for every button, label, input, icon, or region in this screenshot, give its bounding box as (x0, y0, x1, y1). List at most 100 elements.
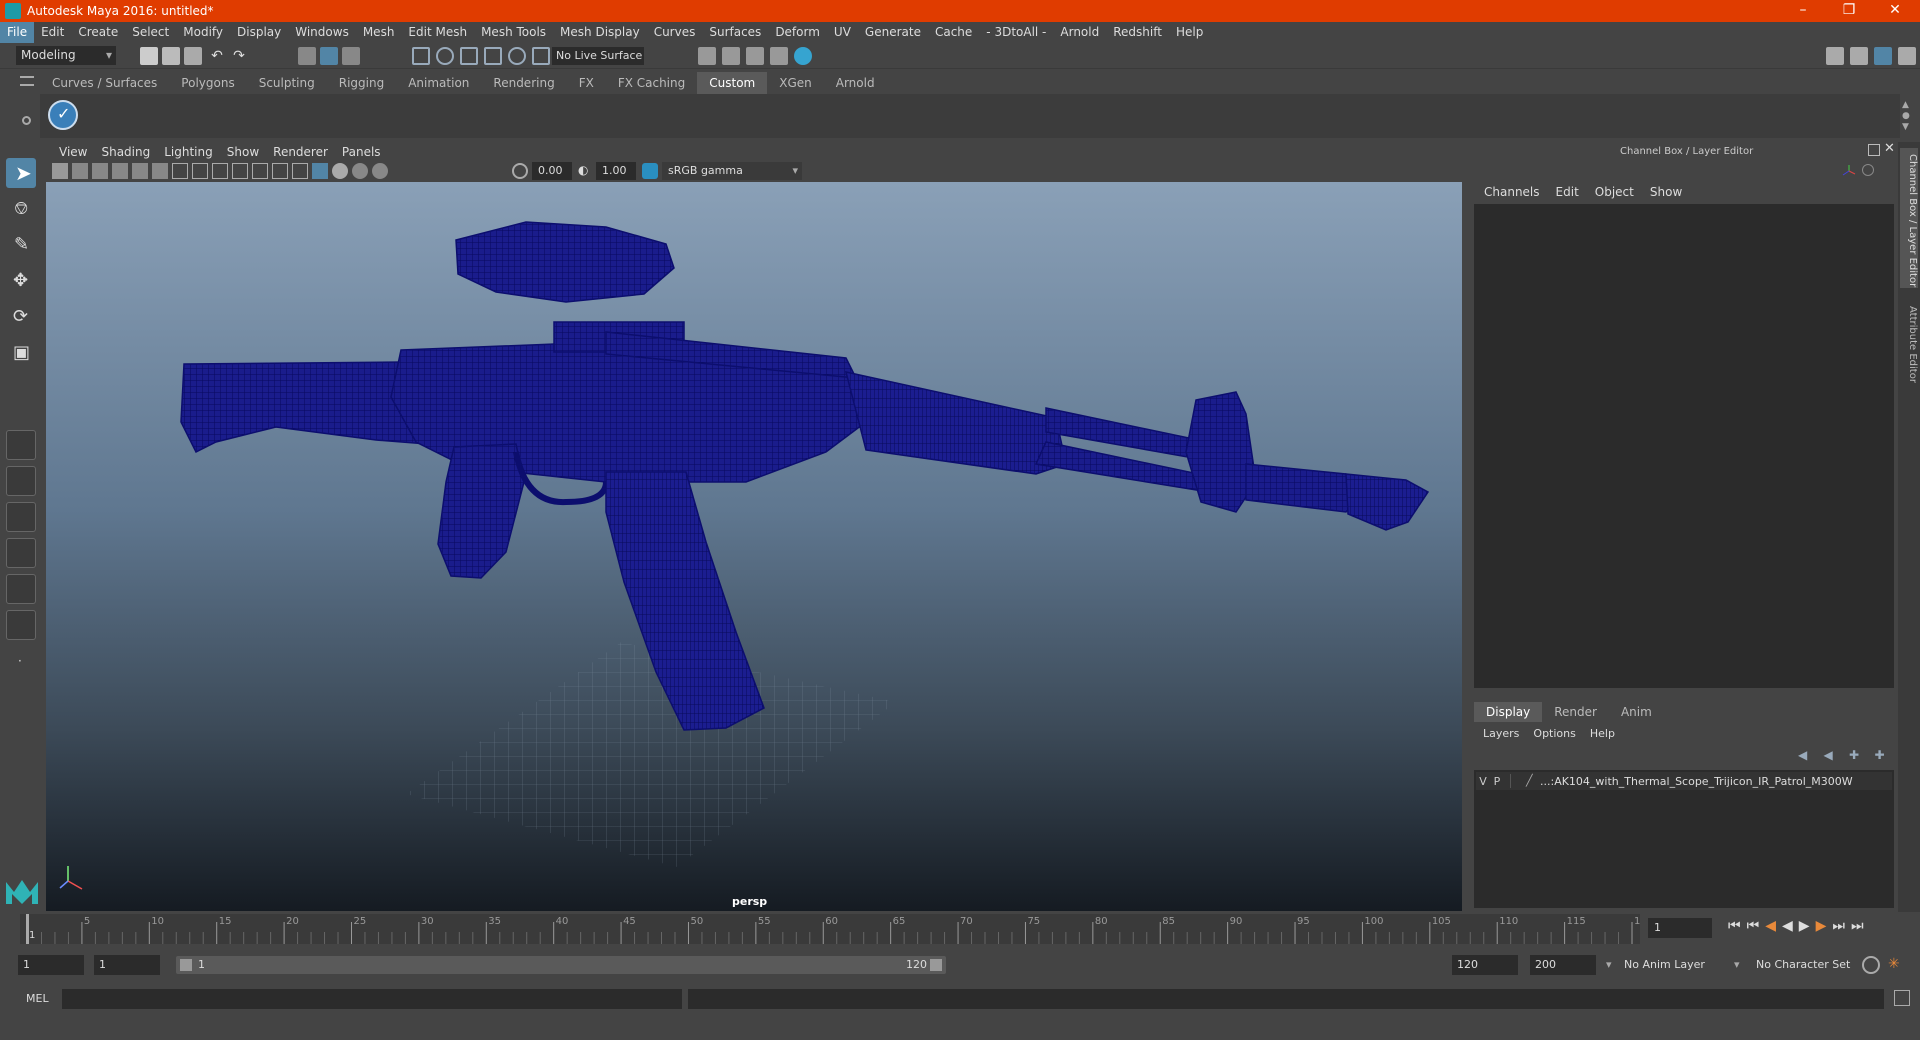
gamma-field[interactable]: 1.00 (596, 162, 636, 180)
snap-curve-icon[interactable] (436, 47, 454, 65)
perspective-viewport[interactable] (46, 182, 1462, 911)
menu-item-display[interactable]: Display (230, 22, 288, 43)
2d-pan-zoom-icon[interactable] (132, 163, 148, 179)
menu-item-mesh-tools[interactable]: Mesh Tools (474, 22, 553, 43)
layer-tab-render[interactable]: Render (1542, 702, 1609, 722)
select-tool-icon[interactable]: ➤ (6, 158, 36, 188)
channel-box-side-tab[interactable]: Channel Box / Layer Editor (1900, 148, 1918, 288)
persp-graph-layout-icon[interactable] (6, 538, 36, 568)
layer-type-toggle[interactable] (1510, 774, 1526, 788)
anim-layer-select[interactable]: ▾ No Anim Layer (1604, 955, 1728, 975)
shelf-tab-custom[interactable]: Custom (697, 72, 768, 94)
resolution-gate-icon[interactable] (212, 163, 228, 179)
menu-item-edit-mesh[interactable]: Edit Mesh (401, 22, 474, 43)
grease-pencil-icon[interactable] (152, 163, 168, 179)
snap-vertex-icon[interactable] (532, 47, 550, 65)
playback-start-field[interactable]: 1 (94, 955, 160, 975)
viewport-menu-panels[interactable]: Panels (335, 144, 388, 160)
menu-item-uv[interactable]: UV (827, 22, 858, 43)
layer-tab-display[interactable]: Display (1474, 702, 1543, 722)
field-chart-icon[interactable] (252, 163, 268, 179)
toggle-channel-box-icon[interactable] (1850, 47, 1868, 65)
layer-playback-toggle[interactable]: P (1490, 775, 1504, 788)
menu-item-curves[interactable]: Curves (647, 22, 703, 43)
shelf-tab-xgen[interactable]: XGen (767, 72, 824, 94)
layer-menu-help[interactable]: Help (1583, 726, 1622, 742)
persp-outliner-layout-icon[interactable] (6, 502, 36, 532)
ipr-render-icon[interactable] (746, 47, 764, 65)
new-empty-layer-icon[interactable]: ✚ (1849, 748, 1863, 762)
shelf-tab-fx[interactable]: FX (567, 72, 606, 94)
playback-end-field[interactable]: 120 (1452, 955, 1518, 975)
step-forward-frame-icon[interactable]: ▶ (1816, 918, 1827, 934)
menu-item-surfaces[interactable]: Surfaces (702, 22, 768, 43)
shelf-tab-sculpting[interactable]: Sculpting (247, 72, 327, 94)
viewport-menu-shading[interactable]: Shading (94, 144, 157, 160)
menu-item-edit[interactable]: Edit (34, 22, 71, 43)
save-scene-icon[interactable] (184, 47, 202, 65)
safe-title-icon[interactable] (292, 163, 308, 179)
lasso-tool-icon[interactable]: ⎊ (6, 194, 36, 224)
range-end-handle[interactable] (930, 959, 942, 971)
custom-shelf-check-icon[interactable]: ✓ (48, 100, 78, 130)
redo-icon[interactable]: ↷ (230, 47, 248, 65)
new-layer-selected-icon[interactable]: ✚ (1875, 748, 1889, 762)
render-view-icon[interactable] (794, 47, 812, 65)
select-hierarchy-icon[interactable] (298, 47, 316, 65)
current-frame-field[interactable]: 1 (1648, 918, 1712, 938)
mode-selector[interactable]: Modeling ▾ (16, 46, 116, 65)
layer-menu-options[interactable]: Options (1526, 726, 1582, 742)
viewport-menu-view[interactable]: View (52, 144, 94, 160)
menu-item-arnold[interactable]: Arnold (1053, 22, 1106, 43)
rotate-tool-icon[interactable]: ⟳ (6, 302, 36, 332)
menu-item-file[interactable]: File (0, 22, 35, 43)
menu-item-mesh[interactable]: Mesh (356, 22, 402, 43)
menu-item-cache[interactable]: Cache (928, 22, 979, 43)
toggle-attribute-editor-icon[interactable] (1874, 47, 1892, 65)
snap-grid-icon[interactable] (412, 47, 430, 65)
shelf-scroll-icon[interactable]: ▲ ● ▼ (1902, 100, 1912, 134)
select-object-icon[interactable] (320, 47, 338, 65)
script-language-toggle[interactable]: MEL (26, 992, 49, 1005)
channel-box-menu-edit[interactable]: Edit (1548, 184, 1587, 200)
gamma-icon[interactable]: ◐ (578, 163, 592, 179)
animation-preferences-icon[interactable]: ✳ (1888, 956, 1906, 974)
hypershade-icon[interactable] (770, 47, 788, 65)
new-scene-icon[interactable] (140, 47, 158, 65)
render-frame-icon[interactable] (698, 47, 716, 65)
workspace-icon[interactable] (1826, 47, 1844, 65)
textured-icon[interactable] (372, 163, 388, 179)
character-set-select[interactable]: ▾ No Character Set (1732, 955, 1862, 975)
step-forward-key-icon[interactable]: ⏭ (1832, 918, 1845, 934)
step-back-key-icon[interactable]: ⏮ (1747, 918, 1760, 934)
shelf-tab-rendering[interactable]: Rendering (481, 72, 566, 94)
menu-item-generate[interactable]: Generate (858, 22, 928, 43)
render-settings-icon[interactable] (722, 47, 740, 65)
channel-box-area[interactable] (1474, 204, 1894, 688)
persp-uv-layout-icon[interactable] (6, 574, 36, 604)
step-back-frame-icon[interactable]: ◀ (1765, 918, 1776, 934)
shelf-tab-fx-caching[interactable]: FX Caching (606, 72, 697, 94)
exposure-field[interactable]: 0.00 (532, 162, 572, 180)
bookmark-icon[interactable] (92, 163, 108, 179)
menu-item-help[interactable]: Help (1169, 22, 1210, 43)
viewport-menu-renderer[interactable]: Renderer (266, 144, 335, 160)
single-perspective-layout-icon[interactable] (6, 430, 36, 460)
layer-color-swatch[interactable]: ╱ (1526, 774, 1540, 788)
auto-key-icon[interactable] (1862, 956, 1880, 974)
live-surface-field[interactable]: No Live Surface (552, 47, 644, 65)
channel-box-menu-show[interactable]: Show (1642, 184, 1690, 200)
play-backwards-icon[interactable]: ◀ (1782, 918, 1793, 934)
shelf-tab-curves-surfaces[interactable]: Curves / Surfaces (40, 72, 169, 94)
layer-tab-anim[interactable]: Anim (1609, 702, 1664, 722)
view-transform-select[interactable]: sRGB gamma ▾ (662, 162, 802, 180)
menu-item-select[interactable]: Select (125, 22, 176, 43)
shelf-tab-arnold[interactable]: Arnold (824, 72, 887, 94)
menu-item-windows[interactable]: Windows (288, 22, 356, 43)
exposure-icon[interactable] (512, 163, 528, 179)
go-to-start-icon[interactable]: ⏮ (1728, 918, 1741, 934)
snap-point-icon[interactable] (460, 47, 478, 65)
snap-surface-icon[interactable] (508, 47, 526, 65)
select-component-icon[interactable] (342, 47, 360, 65)
range-slider[interactable]: 1 120 (176, 956, 946, 974)
